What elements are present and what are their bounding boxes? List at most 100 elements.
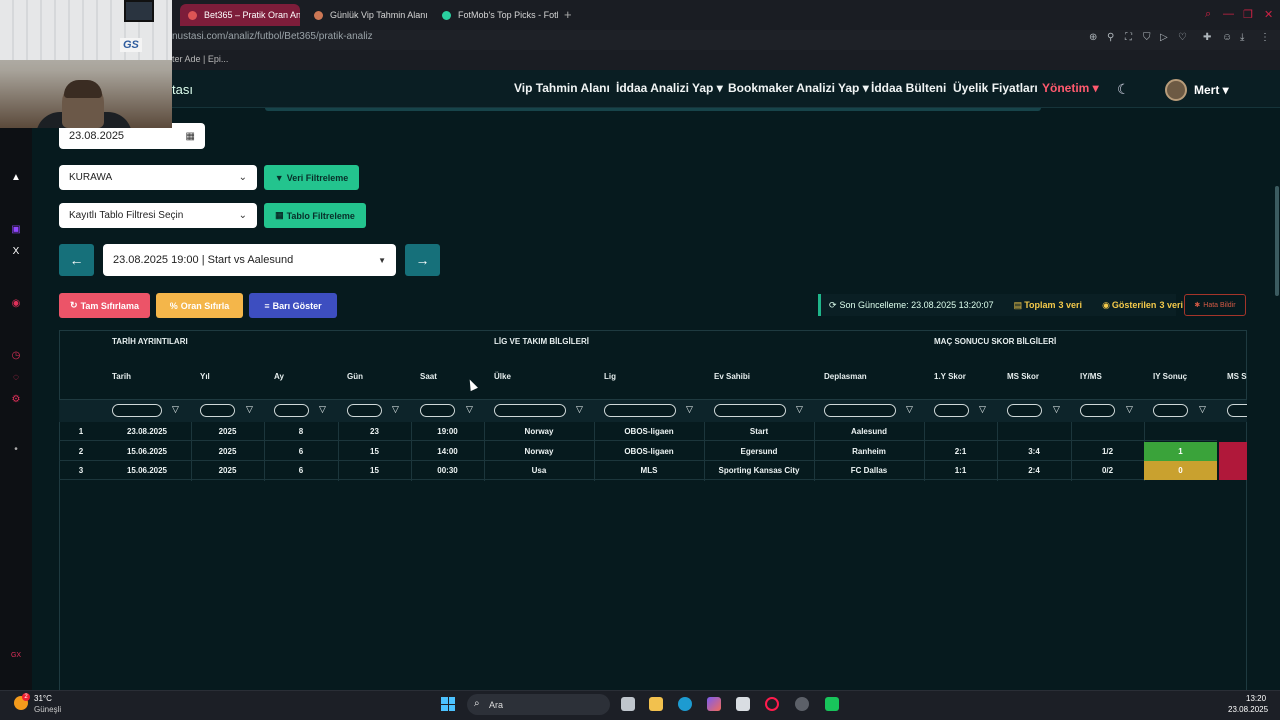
sidebar-player-icon[interactable]: ◉ [10, 298, 22, 310]
edge-icon[interactable] [678, 697, 692, 711]
filter-funnel-icon[interactable]: ▽ [1053, 404, 1060, 415]
user-menu[interactable]: Mert ▾ [1194, 83, 1229, 97]
avatar[interactable] [1165, 79, 1187, 101]
filter-input-ms-sonuc[interactable] [1227, 404, 1247, 417]
filter-funnel-icon[interactable]: ▽ [172, 404, 179, 415]
filter-funnel-icon[interactable]: ▽ [466, 404, 473, 415]
calendar-icon[interactable]: ▦ [186, 131, 195, 142]
col-ev-sahibi[interactable]: Ev Sahibi [714, 372, 750, 381]
file-explorer-icon[interactable] [649, 697, 663, 711]
col-yil[interactable]: Yıl [200, 372, 210, 381]
taskbar-date[interactable]: 23.08.2025 [1228, 705, 1268, 714]
col-gun[interactable]: Gün [347, 372, 363, 381]
col-saat[interactable]: Saat [420, 372, 437, 381]
match-select[interactable]: 23.08.2025 19:00 | Start vs Aalesund ▼ [103, 244, 396, 276]
filter-funnel-icon[interactable]: ▽ [906, 404, 913, 415]
bari-goster-button[interactable]: ≡ Barı Göster [249, 293, 337, 318]
sidebar-twitch-icon[interactable]: ▣ [10, 224, 22, 236]
minimize-icon[interactable]: — [1223, 8, 1234, 20]
extensions-icon[interactable]: ✚ [1203, 32, 1211, 43]
col-1y-skor[interactable]: 1.Y Skor [934, 372, 966, 381]
profile-icon[interactable]: ☺ [1222, 32, 1232, 43]
sidebar-gx-icon[interactable]: GX [10, 650, 22, 662]
col-tarih[interactable]: Tarih [112, 372, 131, 381]
weather-text[interactable]: Güneşli [34, 705, 61, 714]
media-player-icon[interactable] [825, 697, 839, 711]
col-deplasman[interactable]: Deplasman [824, 372, 867, 381]
filter-input-ay[interactable] [274, 404, 309, 417]
sidebar-settings-icon[interactable]: ⚙ [10, 394, 22, 406]
filter-funnel-icon[interactable]: ▽ [979, 404, 986, 415]
oran-sifirla-button[interactable]: % Oran Sıfırla [156, 293, 243, 318]
nav-iddaa-bulteni[interactable]: İddaa Bülteni [871, 81, 946, 95]
filter-input-lig[interactable] [604, 404, 676, 417]
sidebar-x-icon[interactable]: X [10, 246, 22, 258]
filter-input-1y-skor[interactable] [934, 404, 969, 417]
filter-input-iy-sonuc[interactable] [1153, 404, 1188, 417]
search-tabs-icon[interactable]: ⌕ [1205, 8, 1211, 21]
taskbar-search-input[interactable]: ⌕ Ara [467, 694, 610, 715]
nav-vip-tahmin[interactable]: Vip Tahmin Alanı [514, 81, 610, 95]
col-lig[interactable]: Lig [604, 372, 616, 381]
filter-funnel-icon[interactable]: ▽ [1126, 404, 1133, 415]
pin-icon[interactable]: ⚲ [1107, 32, 1114, 43]
col-iy-ms[interactable]: IY/MS [1080, 372, 1102, 381]
nav-yonetim[interactable]: Yönetim ▾ [1042, 81, 1099, 95]
shield-icon[interactable]: ⛉ [1143, 32, 1151, 43]
zoom-icon[interactable]: ⊕ [1089, 32, 1097, 43]
vertical-scrollbar[interactable] [1275, 186, 1279, 296]
col-ms-sonuc[interactable]: MS Sı [1227, 372, 1247, 381]
sidebar-clock-icon[interactable]: ◷ [10, 350, 22, 362]
filter-input-saat[interactable] [420, 404, 455, 417]
filter-input-yil[interactable] [200, 404, 235, 417]
crop-icon[interactable]: ⛶ [1125, 32, 1132, 43]
col-ms-skor[interactable]: MS Skor [1007, 372, 1039, 381]
col-iy-sonuc[interactable]: IY Sonuç [1153, 372, 1187, 381]
copilot-icon[interactable] [707, 697, 721, 711]
maximize-icon[interactable]: ❐ [1243, 8, 1253, 21]
filter-input-ev-sahibi[interactable] [714, 404, 786, 417]
bookmark-item[interactable]: ter Ade | Epi... [172, 54, 228, 64]
taskbar-time[interactable]: 13:20 [1246, 694, 1266, 703]
task-view-icon[interactable] [621, 697, 635, 711]
filter-funnel-icon[interactable]: ▽ [576, 404, 583, 415]
sidebar-more-icon[interactable]: • [10, 444, 22, 456]
menu-icon[interactable]: ⋮ [1260, 32, 1270, 43]
filter-input-deplasman[interactable] [824, 404, 896, 417]
tam-sifirlama-button[interactable]: ↻ Tam Sıfırlama [59, 293, 150, 318]
windows-start-icon[interactable] [441, 697, 455, 711]
prev-match-button[interactable]: ← [59, 244, 94, 276]
hata-bildir-button[interactable]: ✱ Hata Bildir [1184, 294, 1246, 316]
veri-filtreleme-button[interactable]: ▼ Veri Filtreleme [264, 165, 359, 190]
filter-input-ulke[interactable] [494, 404, 566, 417]
weather-temp[interactable]: 31°C [34, 694, 52, 703]
nav-uyelik-fiyatlari[interactable]: Üyelik Fiyatları [953, 81, 1038, 95]
filter-funnel-icon[interactable]: ▽ [246, 404, 253, 415]
site-brand[interactable]: tası [172, 82, 193, 97]
col-ay[interactable]: Ay [274, 372, 284, 381]
browser-tab-fotmob[interactable]: FotMob's Top Picks - Foth [434, 4, 558, 26]
next-match-button[interactable]: → [405, 244, 440, 276]
heart-icon[interactable]: ♡ [1178, 32, 1187, 43]
chrome-icon[interactable] [795, 697, 809, 711]
tablo-filtreleme-button[interactable]: ▦ Tablo Filtreleme [264, 203, 366, 228]
new-tab-icon[interactable]: + [564, 8, 572, 21]
bookmaker-select[interactable]: KURAWA ⌄ [59, 165, 257, 190]
sidebar-arc-icon[interactable]: ▲ [10, 172, 22, 184]
filter-input-iy-ms[interactable] [1080, 404, 1115, 417]
browser-tab-vip[interactable]: Günlük Vip Tahmin Alanı [306, 4, 432, 26]
download-icon[interactable]: ⤓ [1240, 32, 1244, 43]
filter-funnel-icon[interactable]: ▽ [319, 404, 326, 415]
browser-tab-bet365[interactable]: Bet365 – Pratik Oran Anal [180, 4, 300, 26]
url-field[interactable]: nustasi.com/analiz/futbol/Bet365/pratik-… [172, 31, 373, 42]
filter-funnel-icon[interactable]: ▽ [1199, 404, 1206, 415]
nav-iddaa-analizi[interactable]: İddaa Analizi Yap ▾ [616, 81, 723, 95]
play-icon[interactable]: ▷ [1160, 32, 1168, 43]
saved-filter-select[interactable]: Kayıtlı Tablo Filtresi Seçin ⌄ [59, 203, 257, 228]
col-ulke[interactable]: Ülke [494, 372, 511, 381]
filter-funnel-icon[interactable]: ▽ [392, 404, 399, 415]
store-icon[interactable] [736, 697, 750, 711]
filter-input-tarih[interactable] [112, 404, 162, 417]
filter-funnel-icon[interactable]: ▽ [686, 404, 693, 415]
filter-input-ms-skor[interactable] [1007, 404, 1042, 417]
